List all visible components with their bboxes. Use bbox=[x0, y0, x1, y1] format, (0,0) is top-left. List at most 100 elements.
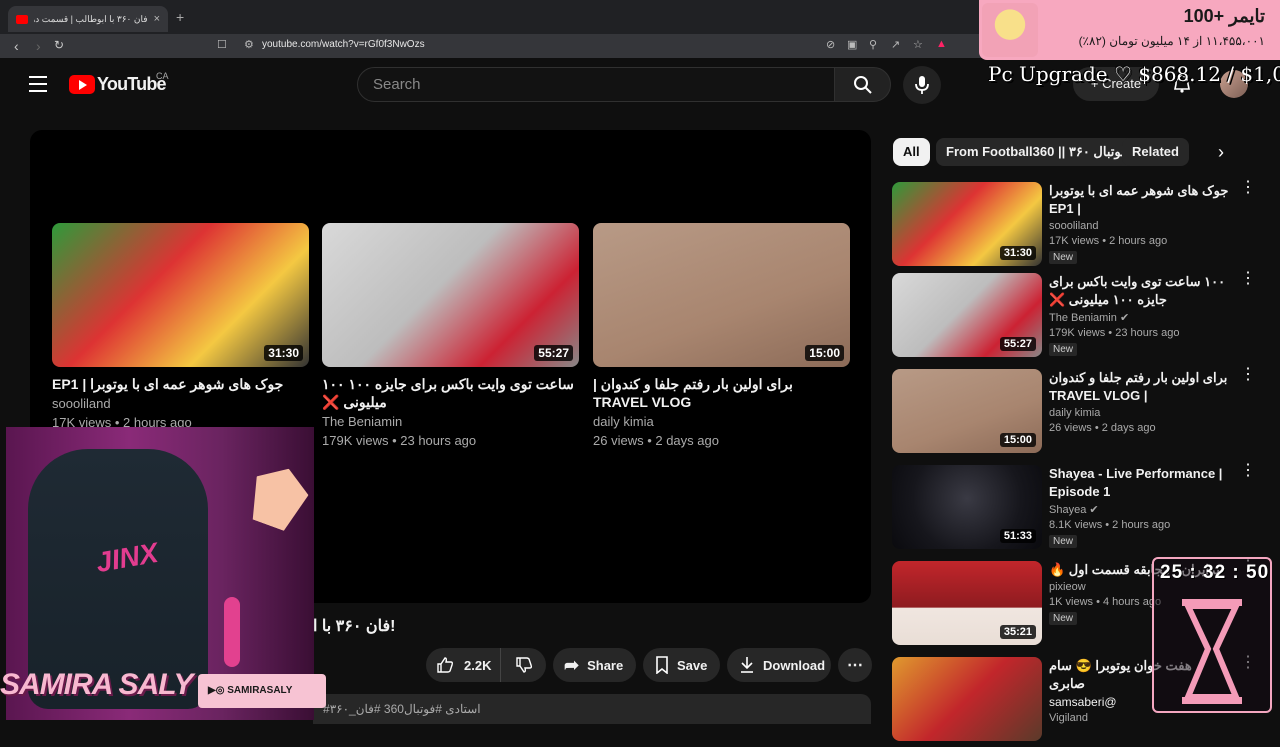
verified-icon: ✔ bbox=[1119, 312, 1130, 324]
video-duration: 55:27 bbox=[534, 345, 573, 361]
recommendation-item[interactable]: 55:27 ۱۰۰ ساعت توی وایت باکس برای جایزه … bbox=[892, 271, 1272, 363]
dislike-button[interactable] bbox=[500, 648, 546, 682]
cast-icon[interactable]: ▣ bbox=[847, 38, 857, 51]
recommendation-meta: 179K views • 23 hours ago bbox=[1049, 327, 1180, 339]
chip-all[interactable]: All bbox=[893, 138, 930, 166]
new-badge: New bbox=[1049, 535, 1078, 548]
voice-search-button[interactable] bbox=[903, 66, 941, 104]
end-screen-channel[interactable]: The Beniamin bbox=[322, 413, 579, 430]
end-screen-thumbnail[interactable]: 15:00 bbox=[593, 223, 850, 367]
tab-close-icon[interactable]: × bbox=[154, 13, 160, 25]
share-page-icon[interactable]: ↗ bbox=[891, 38, 900, 51]
streamer-avatar-icon bbox=[982, 3, 1038, 57]
microphone-icon bbox=[915, 76, 929, 94]
zoom-icon[interactable]: ⚲ bbox=[869, 38, 877, 51]
recommendation-title[interactable]: Shayea - Live Performance | Episode 1 bbox=[1049, 465, 1229, 501]
download-button[interactable]: Download bbox=[727, 648, 831, 682]
recommendation-item[interactable]: 31:30 جوک های شوهر عمه ای با یوتوبرا | E… bbox=[892, 180, 1272, 272]
end-screen-title[interactable]: جوک های شوهر عمه ای با یوتوبرا | EP1 bbox=[52, 375, 309, 393]
end-screen-channel[interactable]: daily kimia bbox=[593, 413, 850, 430]
save-button[interactable]: Save bbox=[643, 648, 720, 682]
search-input[interactable]: Search bbox=[357, 67, 835, 102]
region-code: CA bbox=[156, 71, 169, 81]
like-count: 2.2K bbox=[464, 657, 492, 673]
description-snippet: #استادی #فوتبال360 #فان_۳۶۰ bbox=[323, 702, 481, 716]
video-duration: 35:21 bbox=[999, 625, 1036, 639]
bookmark-icon[interactable]: ☐ bbox=[217, 38, 227, 51]
end-screen-meta: 26 views • 2 days ago bbox=[593, 433, 719, 448]
pc-upgrade-goal: Pc Upgrade ♡ $868.12 / $1,000 bbox=[988, 62, 1280, 86]
hourglass-icon bbox=[1182, 599, 1242, 704]
recommendation-item[interactable]: 51:33 Shayea - Live Performance | Episod… bbox=[892, 463, 1272, 555]
recommendation-title[interactable]: جوک های شوهر عمه ای با یوتوبرا | EP1 bbox=[1049, 182, 1229, 218]
recommendation-thumbnail[interactable]: 51:33 bbox=[892, 465, 1042, 549]
video-duration: 15:00 bbox=[805, 345, 844, 361]
end-screen-thumbnail[interactable]: 31:30 bbox=[52, 223, 309, 367]
youtube-instagram-icon: ▶◎ bbox=[208, 685, 228, 696]
browser-tab[interactable]: فان ۳۶۰ با ابوطالب | قسمت دهم: × bbox=[8, 6, 168, 32]
chip-from-channel[interactable]: From Football360 || فوتبال ۳۶۰ bbox=[936, 138, 1138, 166]
recommendation-title[interactable]: برای اولین بار رفتم جلفا و کندوان | TRAV… bbox=[1049, 369, 1229, 405]
end-screen-card[interactable]: 15:00 برای اولین بار رفتم جلفا و کندوان … bbox=[593, 223, 850, 449]
recommendation-channel[interactable]: The Beniamin ✔ bbox=[1049, 311, 1229, 324]
site-info-icon[interactable]: ⚙ bbox=[244, 38, 254, 51]
more-options-icon[interactable]: ⋮ bbox=[1240, 180, 1256, 196]
recommendation-channel[interactable]: soooliland bbox=[1049, 220, 1229, 232]
more-options-icon[interactable]: ⋮ bbox=[1240, 367, 1256, 383]
end-screen-channel[interactable]: soooliland bbox=[52, 395, 309, 412]
save-label: Save bbox=[677, 657, 708, 673]
more-actions-icon[interactable]: ⋯ bbox=[838, 648, 872, 682]
share-button[interactable]: ➦ Share bbox=[553, 648, 636, 682]
new-badge: New bbox=[1049, 343, 1078, 356]
recommendation-channel[interactable]: daily kimia bbox=[1049, 407, 1229, 419]
social-handle-badge: ▶◎ SAMIRASALY bbox=[198, 674, 326, 708]
microphone-stand-icon bbox=[224, 597, 240, 667]
new-badge: New bbox=[1049, 251, 1078, 264]
video-duration: 31:30 bbox=[999, 246, 1036, 260]
end-screen-title[interactable]: ساعت توی وایت باکس برای جایزه ۱۰۰ ۱۰۰ می… bbox=[322, 375, 579, 411]
share-icon: ➦ bbox=[564, 654, 580, 675]
more-options-icon[interactable]: ⋮ bbox=[1240, 271, 1256, 287]
recommendation-thumbnail[interactable]: 15:00 bbox=[892, 369, 1042, 453]
end-screen-card[interactable]: 31:30 جوک های شوهر عمه ای با یوتوبرا | E… bbox=[52, 223, 309, 431]
video-title: !فان ۳۶۰ با ا bbox=[313, 618, 396, 635]
recommendation-thumbnail[interactable] bbox=[892, 657, 1042, 741]
recommendation-thumbnail[interactable]: 55:27 bbox=[892, 273, 1042, 357]
share-label: Share bbox=[587, 657, 624, 673]
verified-icon: ✔ bbox=[1089, 504, 1099, 516]
download-icon bbox=[741, 657, 753, 673]
youtube-logo[interactable]: YouTube bbox=[69, 74, 167, 95]
more-options-icon[interactable]: ⋮ bbox=[1240, 463, 1256, 479]
end-screen-thumbnail[interactable]: 55:27 bbox=[322, 223, 579, 367]
chevron-right-icon[interactable]: › bbox=[1218, 142, 1224, 163]
download-label: Download bbox=[763, 657, 826, 673]
youtube-favicon-icon bbox=[16, 14, 28, 24]
recommendation-item[interactable]: 15:00 برای اولین بار رفتم جلفا و کندوان … bbox=[892, 367, 1272, 459]
forward-arrow-icon[interactable]: › bbox=[36, 38, 41, 54]
chip-related[interactable]: Related bbox=[1122, 138, 1189, 166]
hamburger-menu-icon[interactable] bbox=[29, 76, 47, 92]
search-button[interactable] bbox=[834, 67, 891, 102]
url-text[interactable]: youtube.com/watch?v=rGf0f3NwOzs bbox=[262, 39, 425, 50]
recommendation-meta: Vigiland bbox=[1049, 712, 1088, 724]
recommendation-thumbnail[interactable]: 35:21 bbox=[892, 561, 1042, 645]
streamer-name: SAMIRA SALY bbox=[0, 668, 193, 701]
new-tab-button[interactable]: + bbox=[176, 9, 184, 25]
thumbs-up-icon bbox=[437, 657, 454, 673]
video-duration: 55:27 bbox=[999, 337, 1036, 351]
recommendation-thumbnail[interactable]: 31:30 bbox=[892, 182, 1042, 266]
camera-off-icon[interactable]: ⊘ bbox=[826, 38, 835, 51]
end-screen-card[interactable]: 55:27 ساعت توی وایت باکس برای جایزه ۱۰۰ … bbox=[322, 223, 579, 449]
back-arrow-icon[interactable]: ‹ bbox=[14, 38, 19, 54]
brave-shield-icon[interactable]: ▲ bbox=[936, 38, 947, 50]
recommendation-meta: 8.1K views • 2 hours ago bbox=[1049, 519, 1171, 531]
recommendation-title[interactable]: ۱۰۰ ساعت توی وایت باکس برای جایزه ۱۰۰ می… bbox=[1049, 273, 1229, 309]
new-badge: New bbox=[1049, 612, 1078, 625]
video-duration: 51:33 bbox=[999, 529, 1036, 543]
reload-icon[interactable]: ↻ bbox=[54, 38, 64, 52]
recommendation-channel[interactable]: Shayea ✔ bbox=[1049, 503, 1229, 516]
video-duration: 15:00 bbox=[999, 433, 1036, 447]
star-icon[interactable]: ☆ bbox=[913, 38, 923, 51]
recommendation-meta: 26 views • 2 days ago bbox=[1049, 422, 1156, 434]
end-screen-title[interactable]: برای اولین بار رفتم جلفا و کندوان | TRAV… bbox=[593, 375, 850, 411]
